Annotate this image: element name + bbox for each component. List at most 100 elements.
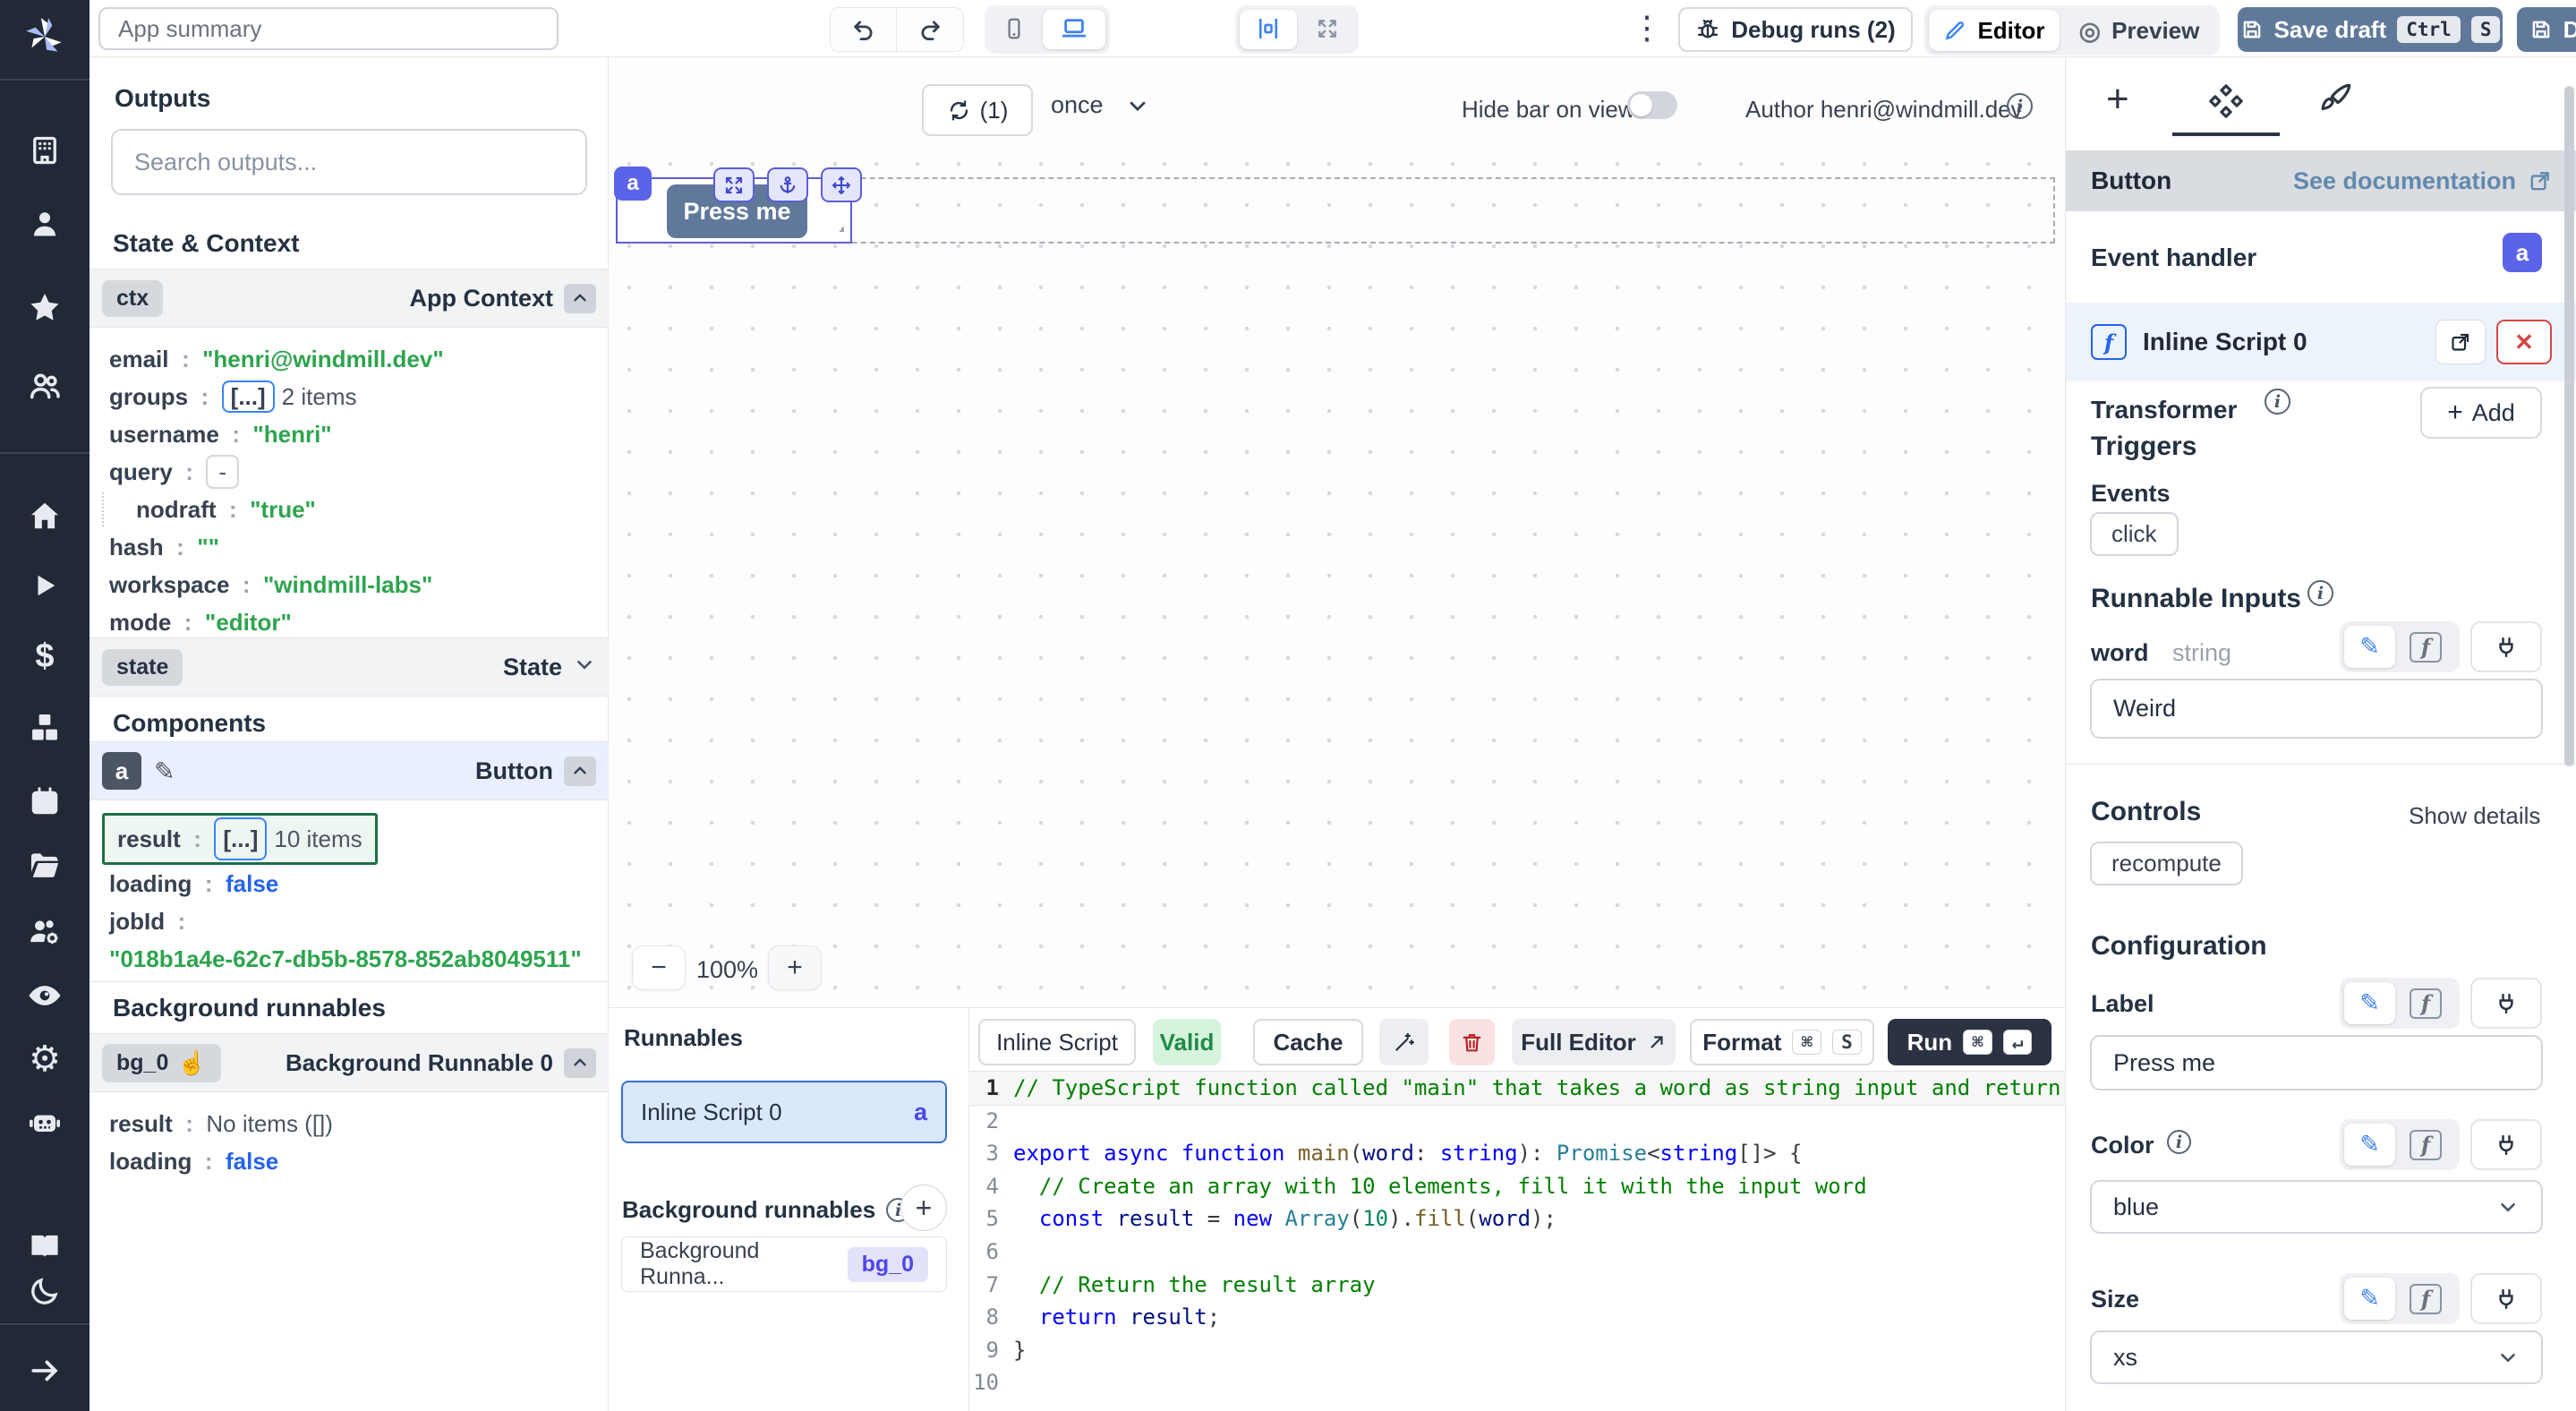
eval-mode-button[interactable]: f	[2410, 1284, 2442, 1314]
output-kv-row[interactable]: hash : ""	[109, 528, 609, 566]
component-collapse-button[interactable]	[564, 757, 596, 786]
star-icon[interactable]	[28, 290, 62, 329]
bg-runnable-item[interactable]: Background Runna... bg_0	[621, 1236, 947, 1292]
remove-script-button[interactable]: ✕	[2496, 320, 2552, 364]
app-summary-input[interactable]	[98, 7, 559, 50]
desktop-view-button[interactable]	[1043, 10, 1105, 49]
static-mode-button[interactable]: ✎	[2344, 626, 2395, 668]
full-editor-button[interactable]: Full Editor	[1512, 1019, 1676, 1065]
code-line[interactable]: 1// TypeScript function called "main" th…	[968, 1072, 2065, 1105]
folders-icon[interactable]	[28, 848, 62, 886]
code-line[interactable]: 2	[968, 1105, 2065, 1138]
see-documentation-link[interactable]: See documentation	[2293, 167, 2552, 195]
code-line[interactable]: 10	[968, 1366, 2065, 1399]
state-expand-button[interactable]	[573, 653, 596, 682]
state-section-row[interactable]: state State	[90, 637, 609, 697]
output-kv-row[interactable]: query : -	[109, 453, 609, 491]
code-line[interactable]: 3export async function main(word: string…	[968, 1137, 2065, 1170]
dark-mode-moon-icon[interactable]	[29, 1275, 61, 1312]
preview-tab[interactable]: ◎ Preview	[2063, 10, 2215, 51]
insert-component-tab-plus-icon[interactable]: +	[2106, 77, 2129, 122]
code-line[interactable]: 5 const result = new Array(10).fill(word…	[968, 1202, 2065, 1236]
show-details-link[interactable]: Show details	[2409, 802, 2540, 830]
output-kv-row[interactable]: "018b1a4e-62c7-db5b-8578-852ab8049511"	[109, 940, 609, 978]
static-mode-button[interactable]: ✎	[2344, 982, 2395, 1024]
bg-runnable-section-row[interactable]: bg_0☝ Background Runnable 0	[90, 1033, 609, 1092]
cache-button[interactable]: Cache	[1253, 1019, 1363, 1065]
recompute-pill[interactable]: recompute	[2090, 842, 2243, 885]
output-kv-row[interactable]: workspace : "windmill-labs"	[109, 566, 609, 603]
settings-gear-icon[interactable]: ⚙	[29, 1039, 61, 1080]
run-button[interactable]: Run ⌘ ↵	[1888, 1019, 2051, 1065]
panel-scrollbar[interactable]	[2564, 86, 2574, 766]
undo-button[interactable]	[831, 8, 897, 51]
debug-runs-button[interactable]: Debug runs (2)	[1678, 7, 1913, 52]
hide-bar-toggle[interactable]	[1627, 91, 1677, 119]
add-bg-runnable-button[interactable]: +	[900, 1184, 947, 1231]
color-select[interactable]: blue	[2090, 1180, 2543, 1234]
output-kv-row[interactable]: email : "henri@windmill.dev"	[109, 340, 609, 378]
schedules-calendar-icon[interactable]	[29, 785, 61, 822]
component-settings-tab-icon[interactable]	[2207, 82, 2245, 124]
redo-button[interactable]	[897, 8, 963, 51]
zoom-in-button[interactable]: +	[768, 945, 822, 990]
output-kv-row[interactable]: result : [...]10 items	[102, 813, 378, 865]
code-line[interactable]: 4 // Create an array with 10 elements, f…	[968, 1170, 2065, 1203]
output-kv-row[interactable]: nodraft : "true"	[109, 491, 609, 528]
users-group-icon[interactable]	[28, 369, 62, 407]
code-editor[interactable]: 1// TypeScript function called "main" th…	[968, 1072, 2065, 1411]
static-mode-button[interactable]: ✎	[2344, 1124, 2395, 1166]
runnable-item-selected[interactable]: Inline Script 0 a	[621, 1081, 947, 1143]
eval-mode-button[interactable]: f	[2410, 632, 2442, 663]
output-kv-row[interactable]: result : No items ([])	[109, 1105, 609, 1142]
word-value-input[interactable]	[2090, 679, 2543, 739]
code-line[interactable]: 9}	[968, 1334, 2065, 1367]
audit-eye-icon[interactable]	[27, 978, 63, 1018]
output-kv-row[interactable]: mode : "editor"	[109, 603, 609, 641]
code-line[interactable]: 8 return result;	[968, 1301, 2065, 1334]
app-canvas[interactable]: (1) once Hide bar on view Author henri@w…	[609, 57, 2065, 1007]
connect-color-button[interactable]	[2470, 1119, 2542, 1170]
resources-cubes-icon[interactable]	[28, 711, 62, 749]
user-icon[interactable]	[29, 208, 61, 244]
editor-tab[interactable]: Editor	[1929, 10, 2060, 51]
docs-book-icon[interactable]	[28, 1228, 62, 1267]
fullscreen-button[interactable]	[1301, 10, 1354, 49]
ai-wand-button[interactable]	[1379, 1019, 1429, 1065]
output-kv-row[interactable]: loading : false	[109, 1142, 609, 1180]
output-kv-row[interactable]: groups : [...]2 items	[109, 378, 609, 415]
schedule-dropdown[interactable]: once	[1051, 91, 1150, 119]
refresh-app-button[interactable]: (1)	[922, 84, 1033, 136]
connect-label-button[interactable]	[2470, 978, 2542, 1029]
output-kv-row[interactable]: jobId :	[109, 902, 609, 940]
inline-script-button[interactable]: Inline Script	[978, 1019, 1136, 1065]
deploy-button[interactable]: Deploy	[2517, 7, 2576, 52]
add-transformer-button[interactable]: +Add	[2420, 387, 2542, 439]
ai-robot-icon[interactable]	[27, 1105, 63, 1145]
ctx-collapse-button[interactable]	[564, 284, 596, 313]
output-kv-row[interactable]: loading : false	[109, 865, 609, 902]
groups-admin-icon[interactable]	[28, 915, 62, 953]
linked-script-row[interactable]: f Inline Script 0 ✕	[2066, 303, 2576, 381]
search-outputs-input[interactable]	[111, 129, 587, 195]
move-component-handle[interactable]	[821, 167, 862, 202]
format-button[interactable]: Format ⌘ S	[1690, 1019, 1874, 1065]
connect-size-button[interactable]	[2470, 1273, 2542, 1324]
static-mode-button[interactable]: ✎	[2344, 1278, 2395, 1320]
expand-component-handle[interactable]	[713, 167, 755, 202]
connect-input-button[interactable]	[2470, 621, 2542, 672]
delete-script-button[interactable]	[1449, 1019, 1495, 1065]
rename-pencil-icon[interactable]: ✎	[154, 757, 175, 786]
code-line[interactable]: 7 // Return the result array	[968, 1269, 2065, 1302]
variables-dollar-icon[interactable]: $	[35, 637, 54, 676]
label-value-input[interactable]	[2090, 1035, 2543, 1090]
windmill-logo-icon[interactable]	[22, 14, 67, 64]
eval-mode-button[interactable]: f	[2410, 1130, 2442, 1160]
ctx-section-row[interactable]: ctx App Context	[90, 269, 609, 328]
bg-runnable-collapse-button[interactable]	[564, 1048, 596, 1078]
component-section-row[interactable]: a ✎ Button	[90, 741, 609, 800]
eval-mode-button[interactable]: f	[2410, 988, 2442, 1019]
runnable-inputs-info-icon[interactable]: i	[2307, 580, 2333, 606]
author-info-icon[interactable]: i	[2007, 93, 2033, 119]
save-draft-button[interactable]: Save draft Ctrl S	[2238, 7, 2503, 52]
